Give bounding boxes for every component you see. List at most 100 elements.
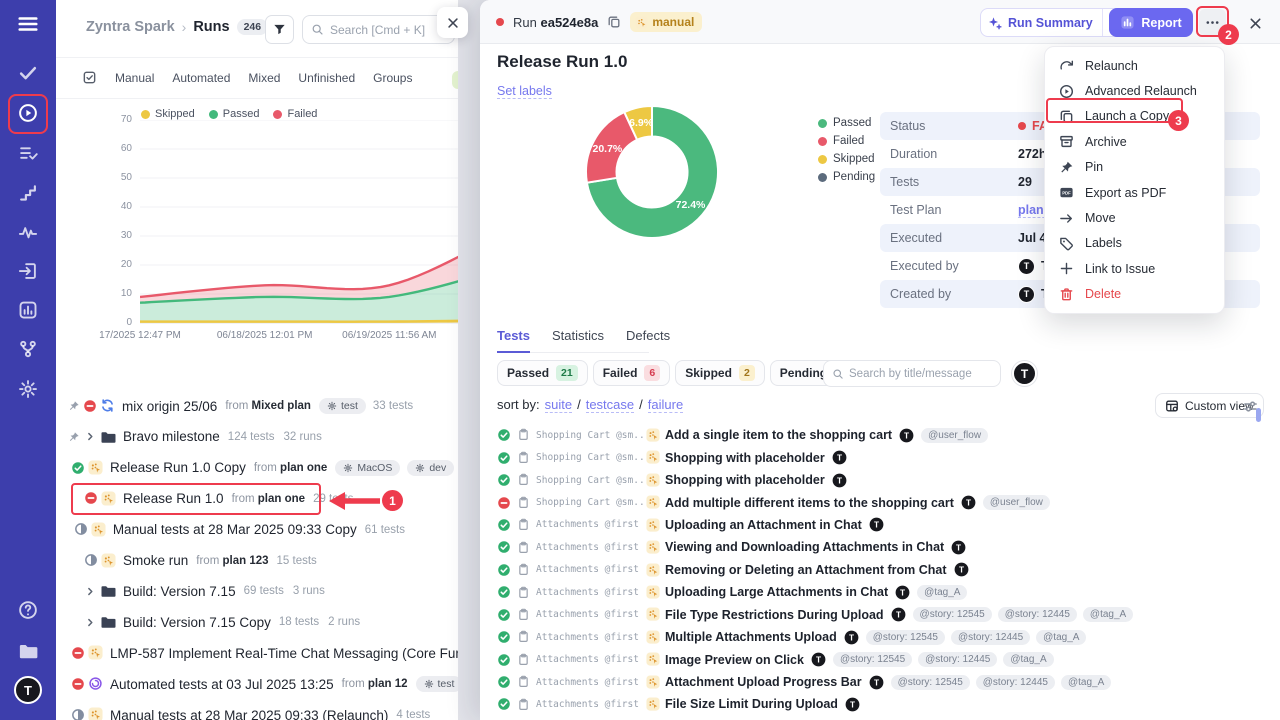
test-tag[interactable]: @story: 12545 [913,607,992,622]
menu-item-relaunch[interactable]: Relaunch [1045,53,1224,78]
menu-item-delete[interactable]: Delete [1045,282,1224,307]
test-row[interactable]: Attachments @firstImage Preview on Click… [480,648,1280,670]
run-list-item[interactable]: Build: Version 7.1569 tests3 runs [68,579,414,603]
test-row[interactable]: Attachments @firstViewing and Downloadin… [480,536,1280,558]
test-row[interactable]: Shopping Cart @sm...Add a single item to… [480,424,1280,446]
test-tag[interactable]: @story: 12545 [891,675,970,690]
sidebar-item-tests[interactable] [18,63,38,83]
set-labels-link[interactable]: Set labels [497,84,552,99]
test-title[interactable]: Multiple Attachments Upload [665,630,837,644]
run-list-item[interactable]: Release Run 1.0 Copyfrom plan oneMacOSde… [68,456,414,480]
select-runs-icon[interactable] [82,69,97,87]
menu-item-labels[interactable]: Labels [1045,231,1224,256]
test-row[interactable]: Shopping Cart @sm...Shopping with placeh… [480,469,1280,491]
run-list-item[interactable]: Build: Version 7.15 Copy18 tests2 runs [68,610,414,634]
test-tag[interactable]: @tag_A [1003,652,1053,667]
sidebar-item-insights[interactable] [18,222,38,242]
test-tag[interactable]: @tag_A [1061,675,1111,690]
breadcrumb-section[interactable]: Runs [193,19,229,35]
run-detail-close-button[interactable] [1244,12,1266,34]
menu-item-link-to-issue[interactable]: Link to Issue [1045,256,1224,281]
test-tag[interactable]: @story: 12445 [951,630,1030,645]
test-title[interactable]: Shopping with placeholder [665,451,825,465]
sidebar-item-help[interactable] [18,600,38,620]
tab-tests[interactable]: Tests [497,328,530,353]
sidebar-item-runs[interactable] [18,103,38,123]
test-tag[interactable]: @tag_A [1036,630,1086,645]
scrollbar-thumb[interactable] [1256,408,1261,422]
run-list-item[interactable]: Manual tests at 28 Mar 2025 09:33 (Relau… [68,703,414,720]
run-list-item[interactable]: Bravo milestone124 tests32 runs [68,425,414,449]
menu-item-pin[interactable]: Pin [1045,155,1224,180]
copy-run-id-button[interactable] [607,15,621,29]
menu-item-advanced-relaunch[interactable]: Advanced Relaunch [1045,78,1224,103]
report-button[interactable]: Report [1109,8,1193,37]
filter-button[interactable] [265,15,294,44]
test-row[interactable]: Attachments @firstFile Size Limit During… [480,693,1280,715]
test-title[interactable]: File Size Limit During Upload [665,697,838,711]
sidebar-item-projects[interactable] [18,641,38,661]
test-title[interactable]: Image Preview on Click [665,653,804,667]
run-list-item[interactable]: Smoke runfrom plan 12315 tests [68,549,414,573]
run-list-item[interactable]: mix origin 25/06from Mixed plantest33 te… [68,394,414,418]
user-avatar[interactable]: T [14,676,42,704]
expand-chevron[interactable] [84,428,97,446]
left-panel-close-button[interactable] [437,7,468,38]
tab-statistics[interactable]: Statistics [552,328,604,352]
test-title[interactable]: Uploading Large Attachments in Chat [665,585,888,599]
test-row[interactable]: Attachments @firstUploading an Attachmen… [480,514,1280,536]
menu-item-launch-a-copy[interactable]: Launch a Copy [1045,104,1224,129]
menu-item-archive[interactable]: Archive [1045,129,1224,154]
test-title[interactable]: Removing or Deleting an Attachment from … [665,563,947,577]
run-list-item[interactable]: LMP-587 Implement Real-Time Chat Messagi… [68,641,414,665]
test-title[interactable]: Attachment Upload Progress Bar [665,675,862,689]
test-row[interactable]: Shopping Cart @sm...Add multiple differe… [480,491,1280,513]
runs-tab-mixed[interactable]: Mixed [248,71,280,85]
menu-item-export-as-pdf[interactable]: PDFExport as PDF [1045,180,1224,205]
test-title[interactable]: File Type Restrictions During Upload [665,608,884,622]
filter-chip-skipped[interactable]: Skipped2 [675,360,765,386]
test-title[interactable]: Shopping with placeholder [665,473,825,487]
test-tag[interactable]: @story: 12545 [866,630,945,645]
env-chip[interactable]: MacOS [335,460,400,476]
sidebar-item-defects[interactable] [18,143,38,163]
tab-defects[interactable]: Defects [626,328,670,352]
runs-search-input[interactable] [330,23,446,37]
assignee-avatar[interactable]: T [1012,361,1037,386]
test-row[interactable]: Attachments @firstAttachment Upload Prog… [480,671,1280,693]
test-tag[interactable]: @user_flow [983,495,1050,510]
run-list-item[interactable]: Automated tests at 03 Jul 2025 13:25from… [68,672,414,696]
test-row[interactable]: Attachments @firstMultiple Attachments U… [480,626,1280,648]
runs-tab-unfinished[interactable]: Unfinished [298,71,355,85]
test-row[interactable]: Attachments @firstFile Type Restrictions… [480,604,1280,626]
sort-option-testcase[interactable]: testcase [586,397,634,413]
sidebar-item-settings[interactable] [18,379,38,399]
runs-tab-automated[interactable]: Automated [172,71,230,85]
menu-item-move[interactable]: Move [1045,205,1224,230]
env-chip[interactable]: test [416,676,459,692]
test-title[interactable]: Uploading an Attachment in Chat [665,518,862,532]
test-row[interactable]: Shopping Cart @sm...Shopping with placeh… [480,446,1280,468]
expand-chevron[interactable] [84,613,97,631]
filter-chip-passed[interactable]: Passed21 [497,360,588,386]
sidebar-item-imports[interactable] [18,261,38,281]
sidebar-item-reports[interactable] [18,300,38,320]
run-list-item[interactable]: Manual tests at 28 Mar 2025 09:33 Copy61… [68,518,414,542]
test-title[interactable]: Add a single item to the shopping cart [665,428,892,442]
test-tag[interactable]: @story: 12545 [833,652,912,667]
env-chip[interactable]: dev [407,460,454,476]
test-row[interactable]: Attachments @firstUploading Large Attach… [480,581,1280,603]
sidebar-item-integrations[interactable] [18,339,38,359]
test-tag[interactable]: @story: 12445 [976,675,1055,690]
sidebar-item-shared-steps[interactable] [18,183,38,203]
test-row[interactable]: Attachments @firstRemoving or Deleting a… [480,559,1280,581]
test-tag[interactable]: @tag_A [1083,607,1133,622]
expand-chevron[interactable] [84,582,97,600]
sort-option-failure[interactable]: failure [648,397,683,413]
runs-tab-groups[interactable]: Groups [373,71,412,85]
test-tag[interactable]: @user_flow [921,428,988,443]
sort-option-suite[interactable]: suite [545,397,572,413]
test-title[interactable]: Add multiple different items to the shop… [665,496,954,510]
test-tag[interactable]: @story: 12445 [998,607,1077,622]
env-chip[interactable]: test [319,398,366,414]
